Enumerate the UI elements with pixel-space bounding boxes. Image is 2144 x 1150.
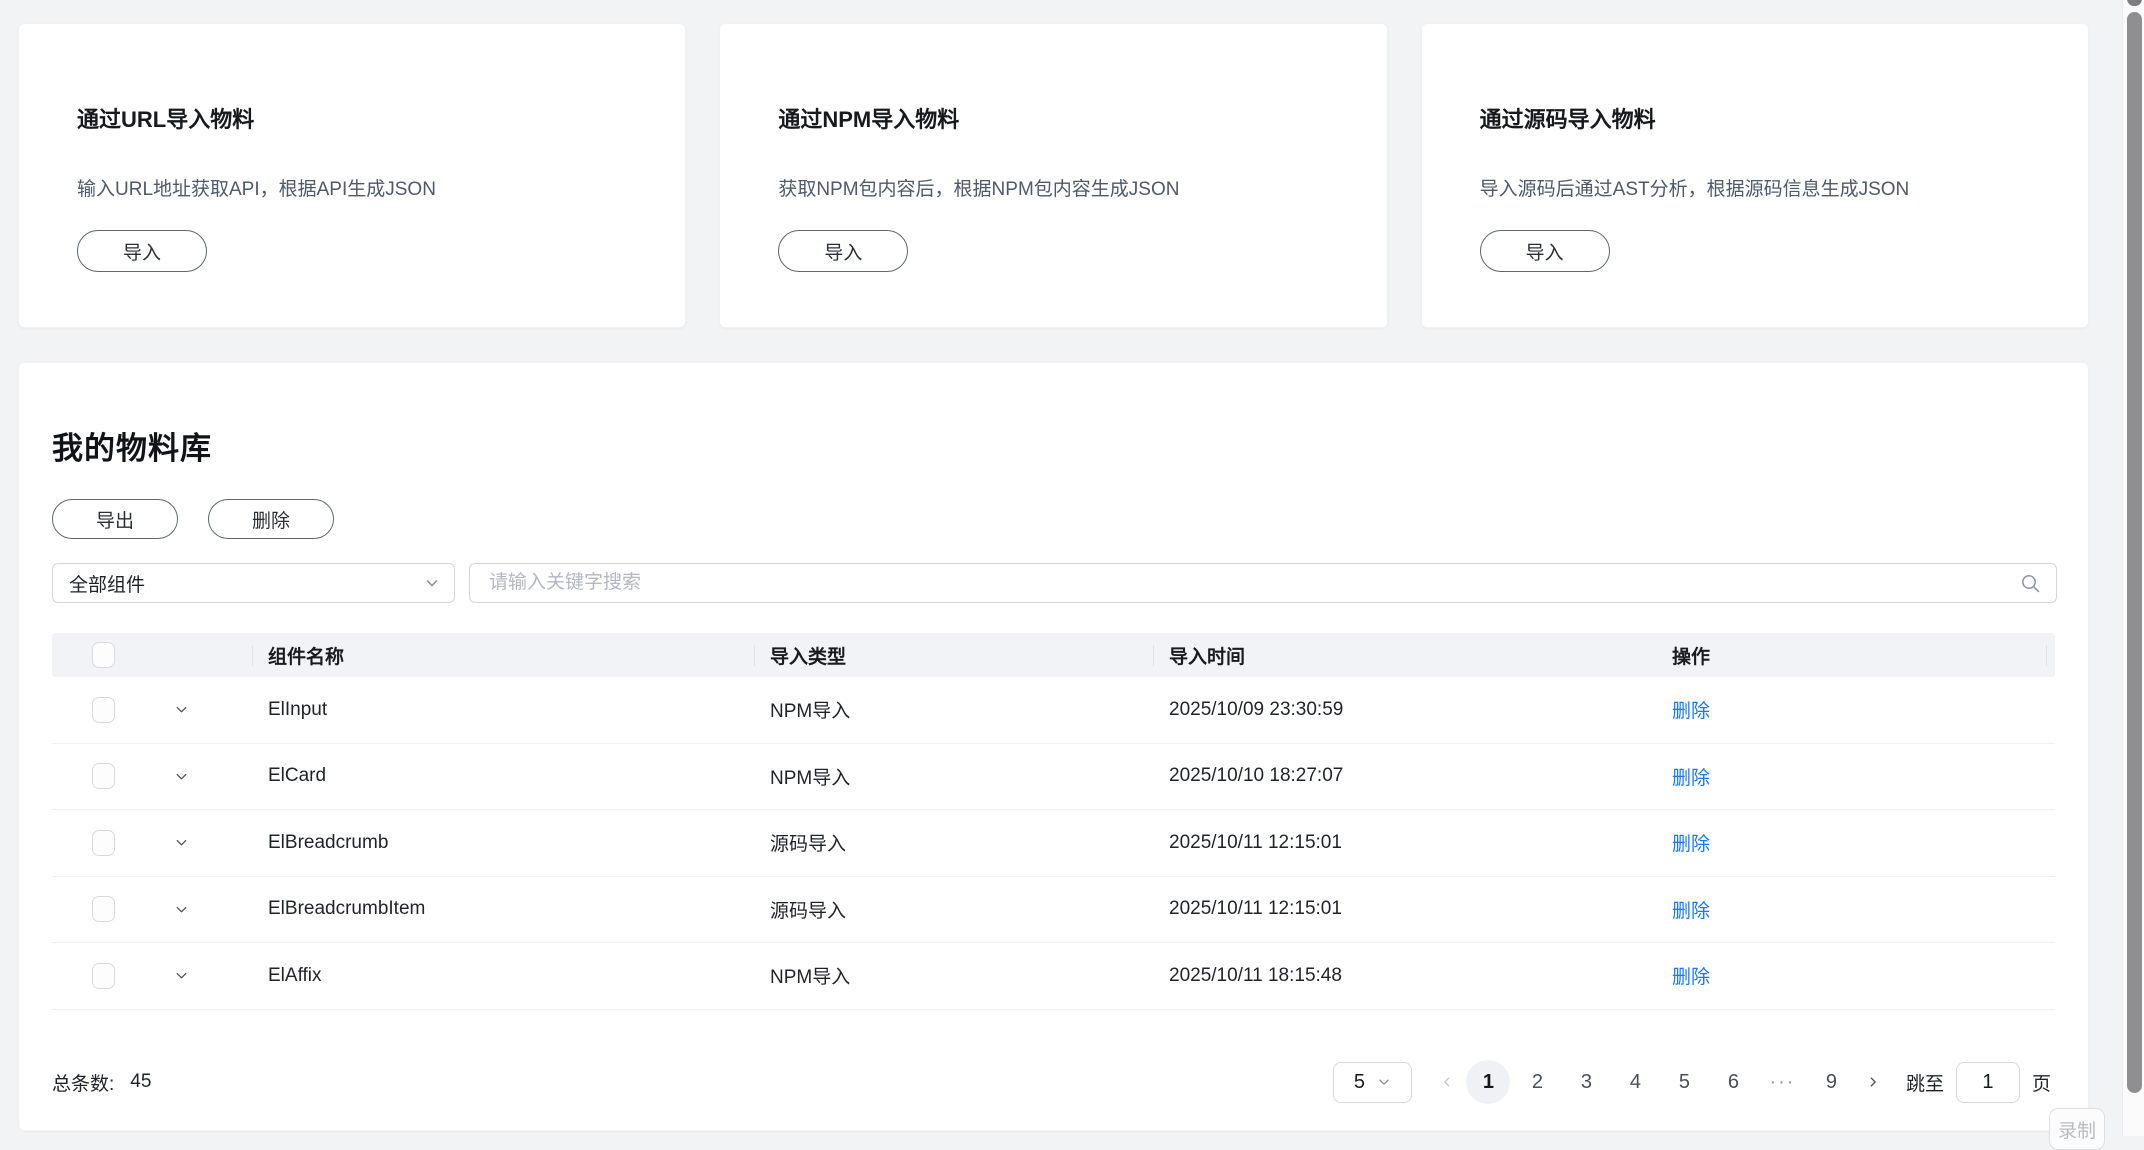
page-title: 我的物料库 bbox=[52, 423, 212, 468]
toolbar: 导出 删除 bbox=[52, 499, 334, 539]
pagination: 5 1 2 3 4 5 6 ··· 9 跳至 bbox=[1333, 1060, 2051, 1104]
chevron-down-icon bbox=[424, 575, 440, 591]
component-name: ElAffix bbox=[252, 965, 754, 987]
page-number-2[interactable]: 2 bbox=[1515, 1060, 1559, 1104]
row-checkbox[interactable] bbox=[92, 896, 115, 922]
page-ellipsis[interactable]: ··· bbox=[1760, 1060, 1804, 1104]
next-page-button[interactable] bbox=[1856, 1060, 1890, 1104]
expand-row-button[interactable] bbox=[172, 701, 190, 719]
import-card-npm: 通过NPM导入物料 获取NPM包内容后，根据NPM包内容生成JSON 导入 bbox=[719, 23, 1387, 328]
column-header-name: 组件名称 bbox=[252, 633, 754, 677]
import-card-source: 通过源码导入物料 导入源码后通过AST分析，根据源码信息生成JSON 导入 bbox=[1421, 23, 2089, 328]
page-number-9[interactable]: 9 bbox=[1809, 1060, 1853, 1104]
page-number-5[interactable]: 5 bbox=[1662, 1060, 1706, 1104]
table-body: ElInput NPM导入 2025/10/09 23:30:59 删除 ElC… bbox=[52, 677, 2055, 1010]
table-row: ElBreadcrumbItem 源码导入 2025/10/11 12:15:0… bbox=[52, 877, 2055, 944]
search-icon[interactable] bbox=[2019, 572, 2042, 595]
total-count: 总条数: 45 bbox=[52, 1069, 151, 1096]
prev-page-button[interactable] bbox=[1430, 1060, 1464, 1104]
import-cards-row: 通过URL导入物料 输入URL地址获取API，根据API生成JSON 导入 通过… bbox=[18, 23, 2089, 328]
card-description: 输入URL地址获取API，根据API生成JSON bbox=[77, 178, 645, 202]
card-title: 通过源码导入物料 bbox=[1480, 106, 2048, 134]
import-npm-button[interactable]: 导入 bbox=[778, 230, 908, 272]
filter-selected-value: 全部组件 bbox=[69, 570, 145, 597]
import-time: 2025/10/11 12:15:01 bbox=[1153, 898, 1656, 920]
row-delete-link[interactable]: 删除 bbox=[1672, 768, 1710, 789]
row-checkbox[interactable] bbox=[92, 963, 115, 989]
import-time: 2025/10/11 18:15:48 bbox=[1153, 965, 1656, 987]
filter-row: 全部组件 bbox=[52, 563, 2057, 603]
total-label: 总条数: bbox=[52, 1069, 114, 1096]
import-time: 2025/10/09 23:30:59 bbox=[1153, 699, 1656, 721]
component-name: ElCard bbox=[252, 765, 754, 787]
expand-row-button[interactable] bbox=[172, 834, 190, 852]
page: 通过URL导入物料 输入URL地址获取API，根据API生成JSON 导入 通过… bbox=[0, 0, 2144, 1136]
jump-to-label: 跳至 bbox=[1906, 1069, 1944, 1096]
page-unit-label: 页 bbox=[2032, 1069, 2051, 1096]
page-number-1[interactable]: 1 bbox=[1466, 1060, 1510, 1104]
import-type: 源码导入 bbox=[754, 829, 1153, 856]
card-description: 获取NPM包内容后，根据NPM包内容生成JSON bbox=[778, 178, 1346, 202]
row-checkbox[interactable] bbox=[92, 697, 115, 723]
card-description: 导入源码后通过AST分析，根据源码信息生成JSON bbox=[1480, 178, 2048, 202]
component-name: ElBreadcrumb bbox=[252, 832, 754, 854]
column-header-action: 操作 bbox=[1656, 633, 2055, 677]
select-all-checkbox[interactable] bbox=[92, 642, 115, 668]
page-number-6[interactable]: 6 bbox=[1711, 1060, 1755, 1104]
scrollbar-track[interactable] bbox=[2122, 0, 2144, 1136]
page-number-3[interactable]: 3 bbox=[1564, 1060, 1608, 1104]
column-header-type: 导入类型 bbox=[754, 633, 1153, 677]
component-filter-select[interactable]: 全部组件 bbox=[52, 563, 455, 603]
expand-row-button[interactable] bbox=[172, 967, 190, 985]
row-delete-link[interactable]: 删除 bbox=[1672, 701, 1710, 722]
expand-row-button[interactable] bbox=[172, 767, 190, 785]
page-size-select[interactable]: 5 bbox=[1333, 1062, 1412, 1103]
expand-row-button[interactable] bbox=[172, 900, 190, 918]
import-type: NPM导入 bbox=[754, 962, 1153, 989]
header-expand-cell bbox=[132, 633, 252, 677]
import-type: NPM导入 bbox=[754, 696, 1153, 723]
component-name: ElInput bbox=[252, 699, 754, 721]
delete-button[interactable]: 删除 bbox=[208, 499, 334, 539]
import-type: 源码导入 bbox=[754, 896, 1153, 923]
component-name: ElBreadcrumbItem bbox=[252, 898, 754, 920]
row-delete-link[interactable]: 删除 bbox=[1672, 967, 1710, 988]
page-size-value: 5 bbox=[1354, 1071, 1365, 1094]
table-header-row: 组件名称 导入类型 导入时间 操作 bbox=[52, 633, 2055, 677]
row-delete-link[interactable]: 删除 bbox=[1672, 834, 1710, 855]
import-type: NPM导入 bbox=[754, 763, 1153, 790]
scrollbar-thumb[interactable] bbox=[2127, 12, 2142, 1093]
import-time: 2025/10/10 18:27:07 bbox=[1153, 765, 1656, 787]
card-title: 通过NPM导入物料 bbox=[778, 106, 1346, 134]
total-value: 45 bbox=[130, 1071, 151, 1093]
material-library-panel: 我的物料库 导出 删除 全部组件 bbox=[18, 362, 2089, 1131]
import-card-url: 通过URL导入物料 输入URL地址获取API，根据API生成JSON 导入 bbox=[18, 23, 686, 328]
row-delete-link[interactable]: 删除 bbox=[1672, 901, 1710, 922]
page-number-4[interactable]: 4 bbox=[1613, 1060, 1657, 1104]
row-checkbox[interactable] bbox=[92, 763, 115, 789]
card-title: 通过URL导入物料 bbox=[77, 106, 645, 134]
row-checkbox[interactable] bbox=[92, 830, 115, 856]
chevron-down-icon bbox=[1377, 1075, 1391, 1089]
header-checkbox-cell bbox=[52, 633, 132, 677]
column-header-time: 导入时间 bbox=[1153, 633, 1656, 677]
import-source-button[interactable]: 导入 bbox=[1480, 230, 1610, 272]
export-button[interactable]: 导出 bbox=[52, 499, 178, 539]
jump-page-input[interactable] bbox=[1956, 1062, 2020, 1103]
table-row: ElInput NPM导入 2025/10/09 23:30:59 删除 bbox=[52, 677, 2055, 744]
table-row: ElCard NPM导入 2025/10/10 18:27:07 删除 bbox=[52, 744, 2055, 811]
table-row: ElBreadcrumb 源码导入 2025/10/11 12:15:01 删除 bbox=[52, 810, 2055, 877]
import-url-button[interactable]: 导入 bbox=[77, 230, 207, 272]
import-time: 2025/10/11 12:15:01 bbox=[1153, 832, 1656, 854]
record-button[interactable]: 录制 bbox=[2049, 1108, 2105, 1150]
table-row: ElAffix NPM导入 2025/10/11 18:15:48 删除 bbox=[52, 943, 2055, 1010]
scrollbar-top-cap bbox=[2127, 0, 2142, 6]
search-input[interactable] bbox=[487, 571, 2019, 595]
materials-table: 组件名称 导入类型 导入时间 操作 ElInput NPM导入 2025/10/… bbox=[52, 633, 2055, 1010]
table-footer: 总条数: 45 5 1 2 3 4 5 6 ··· bbox=[52, 1060, 2057, 1104]
search-box bbox=[469, 563, 2057, 603]
